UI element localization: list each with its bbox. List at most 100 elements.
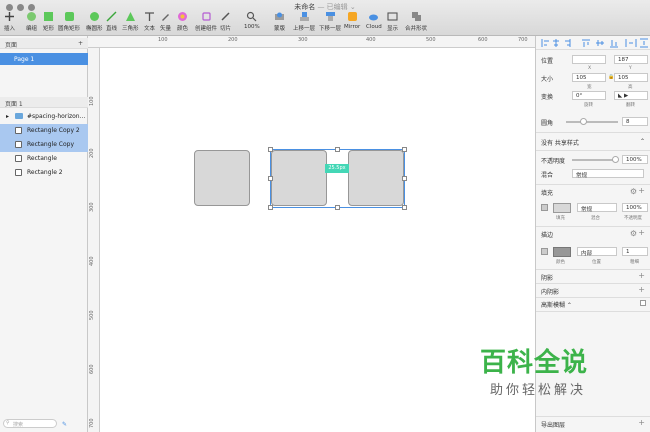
layer-rectangle[interactable]: Rectangle xyxy=(0,152,88,166)
magnifier-icon xyxy=(247,11,257,22)
insert-button[interactable]: 插入 xyxy=(4,11,15,32)
vertical-ruler[interactable]: 100 200 300 400 500 600 700 xyxy=(88,48,100,432)
resize-handle[interactable] xyxy=(335,205,340,210)
ruler-tick-label: 700 xyxy=(89,418,95,428)
layer-spacing-group[interactable]: ▸ #spacing-horizon... xyxy=(0,110,88,124)
ruler-tick-label: 100 xyxy=(89,96,95,106)
border-color-swatch[interactable] xyxy=(553,247,571,257)
vector-tool[interactable]: 矢量 xyxy=(160,11,171,32)
move-forward-button[interactable]: 上移一层 xyxy=(293,11,315,32)
canvas[interactable] xyxy=(100,48,535,432)
view-icon xyxy=(387,12,398,21)
height-field[interactable]: 105 xyxy=(614,73,648,82)
edit-icon[interactable]: ✎ xyxy=(62,421,67,428)
position-y-field[interactable]: 187 xyxy=(614,55,648,64)
add-shadow-button[interactable]: + xyxy=(638,271,645,280)
rectangle-layer-icon xyxy=(15,169,22,176)
pen-icon xyxy=(162,14,169,21)
mask-icon xyxy=(275,12,284,20)
mirror-button[interactable]: Mirror xyxy=(344,11,360,30)
ruler-tick-label: 400 xyxy=(89,256,95,266)
zoom-control[interactable]: 100% xyxy=(244,11,260,30)
resize-handle[interactable] xyxy=(335,147,340,152)
rectangle-layer-icon xyxy=(15,127,22,134)
border-position-select[interactable]: 内部 xyxy=(577,247,617,257)
ruler-tick-label: 200 xyxy=(228,37,238,43)
ruler-tick-label: 500 xyxy=(426,37,436,43)
resize-handle[interactable] xyxy=(402,176,407,181)
rounded-rectangle-icon xyxy=(64,12,74,21)
alignment-icons[interactable] xyxy=(536,36,650,50)
mask-button[interactable]: 蒙版 xyxy=(274,11,285,32)
triangle-icon xyxy=(125,12,135,21)
mirror-icon xyxy=(347,12,357,21)
view-button[interactable]: 显示 xyxy=(387,11,398,32)
group-button[interactable]: 编组 xyxy=(26,11,37,32)
layer-rectangle-2[interactable]: Rectangle 2 xyxy=(0,166,88,180)
color-button[interactable]: 颜色 xyxy=(177,11,188,32)
resize-handle[interactable] xyxy=(268,176,273,181)
resize-handle[interactable] xyxy=(402,147,407,152)
blur-checkbox[interactable] xyxy=(640,300,646,306)
add-border-button[interactable]: + xyxy=(638,228,645,237)
resize-handle[interactable] xyxy=(268,205,273,210)
title-bar: 未命名 — 已编辑 ⌄ 插入 编组 矩形 圆角矩形 椭圆形 直线 三角形 文本 … xyxy=(0,0,650,36)
rectangle-tool[interactable]: 矩形 xyxy=(43,11,54,32)
divider xyxy=(536,311,650,312)
rectangle-layer-icon xyxy=(15,141,22,148)
text-icon xyxy=(145,12,154,21)
folder-icon xyxy=(15,113,23,119)
knife-icon xyxy=(221,12,230,21)
disclosure-triangle-icon[interactable]: ▸ xyxy=(6,113,9,120)
cloud-button[interactable]: Cloud xyxy=(366,11,382,30)
add-inner-shadow-button[interactable]: + xyxy=(638,285,645,294)
fill-opacity-field[interactable]: 100% xyxy=(622,203,648,212)
horizontal-ruler[interactable]: 100 200 300 400 500 600 700 xyxy=(88,36,535,48)
triangle-tool[interactable]: 三角形 xyxy=(122,11,139,32)
pages-header: 页面 + xyxy=(0,38,88,49)
text-tool[interactable]: 文本 xyxy=(144,11,155,32)
layer-rectangle-copy-2[interactable]: Rectangle Copy 2 xyxy=(0,124,88,138)
border-checkbox[interactable] xyxy=(541,248,548,255)
ruler-tick-label: 100 xyxy=(158,37,168,43)
add-page-button[interactable]: + xyxy=(78,40,83,47)
resize-handle[interactable] xyxy=(402,205,407,210)
line-tool[interactable]: 直线 xyxy=(106,11,117,32)
cloud-icon xyxy=(369,14,379,21)
gear-icon[interactable]: ⚙ xyxy=(630,229,637,238)
oval-tool[interactable]: 椭圆形 xyxy=(86,11,103,32)
add-export-button[interactable]: + xyxy=(638,418,645,427)
create-symbol-button[interactable]: 创建组件 xyxy=(195,11,217,32)
ruler-tick-label: 300 xyxy=(89,202,95,212)
blend-select[interactable]: 常规 xyxy=(572,169,644,179)
opacity-field[interactable]: 100% xyxy=(622,155,648,164)
rectangle-shape[interactable] xyxy=(194,150,250,206)
fill-color-swatch[interactable] xyxy=(553,203,571,213)
resize-handle[interactable] xyxy=(268,147,273,152)
slice-tool[interactable]: 切片 xyxy=(220,11,231,32)
fill-checkbox[interactable] xyxy=(541,204,548,211)
page-item-page-1[interactable]: Page 1 xyxy=(0,53,88,65)
divider xyxy=(536,269,650,270)
chevron-up-down-icon: ⌃ xyxy=(639,138,645,145)
rotation-field[interactable]: 0° xyxy=(572,91,606,100)
combine-shapes-button[interactable]: 合并形状 xyxy=(405,11,427,32)
border-width-field[interactable]: 1 xyxy=(622,247,648,256)
ruler-tick-label: 300 xyxy=(298,37,308,43)
ruler-tick-label: 700 xyxy=(518,37,528,43)
radius-slider[interactable] xyxy=(566,121,618,123)
layer-search-input[interactable]: ⚲ 搜索 xyxy=(3,419,57,428)
rounded-rectangle-tool[interactable]: 圆角矩形 xyxy=(58,11,80,32)
slider-knob[interactable] xyxy=(580,118,587,125)
width-field[interactable]: 105 xyxy=(572,73,606,82)
radius-field[interactable]: 8 xyxy=(622,117,648,126)
flip-buttons[interactable]: ◣ ▶ xyxy=(614,91,648,100)
slider-knob[interactable] xyxy=(612,156,619,163)
layer-rectangle-copy[interactable]: Rectangle Copy xyxy=(0,138,88,152)
move-backward-button[interactable]: 下移一层 xyxy=(319,11,341,32)
position-x-field[interactable] xyxy=(572,55,606,64)
union-icon xyxy=(411,12,421,21)
add-fill-button[interactable]: + xyxy=(638,186,645,195)
gear-icon[interactable]: ⚙ xyxy=(630,187,637,196)
fill-blend-select[interactable]: 常规 xyxy=(577,203,617,213)
